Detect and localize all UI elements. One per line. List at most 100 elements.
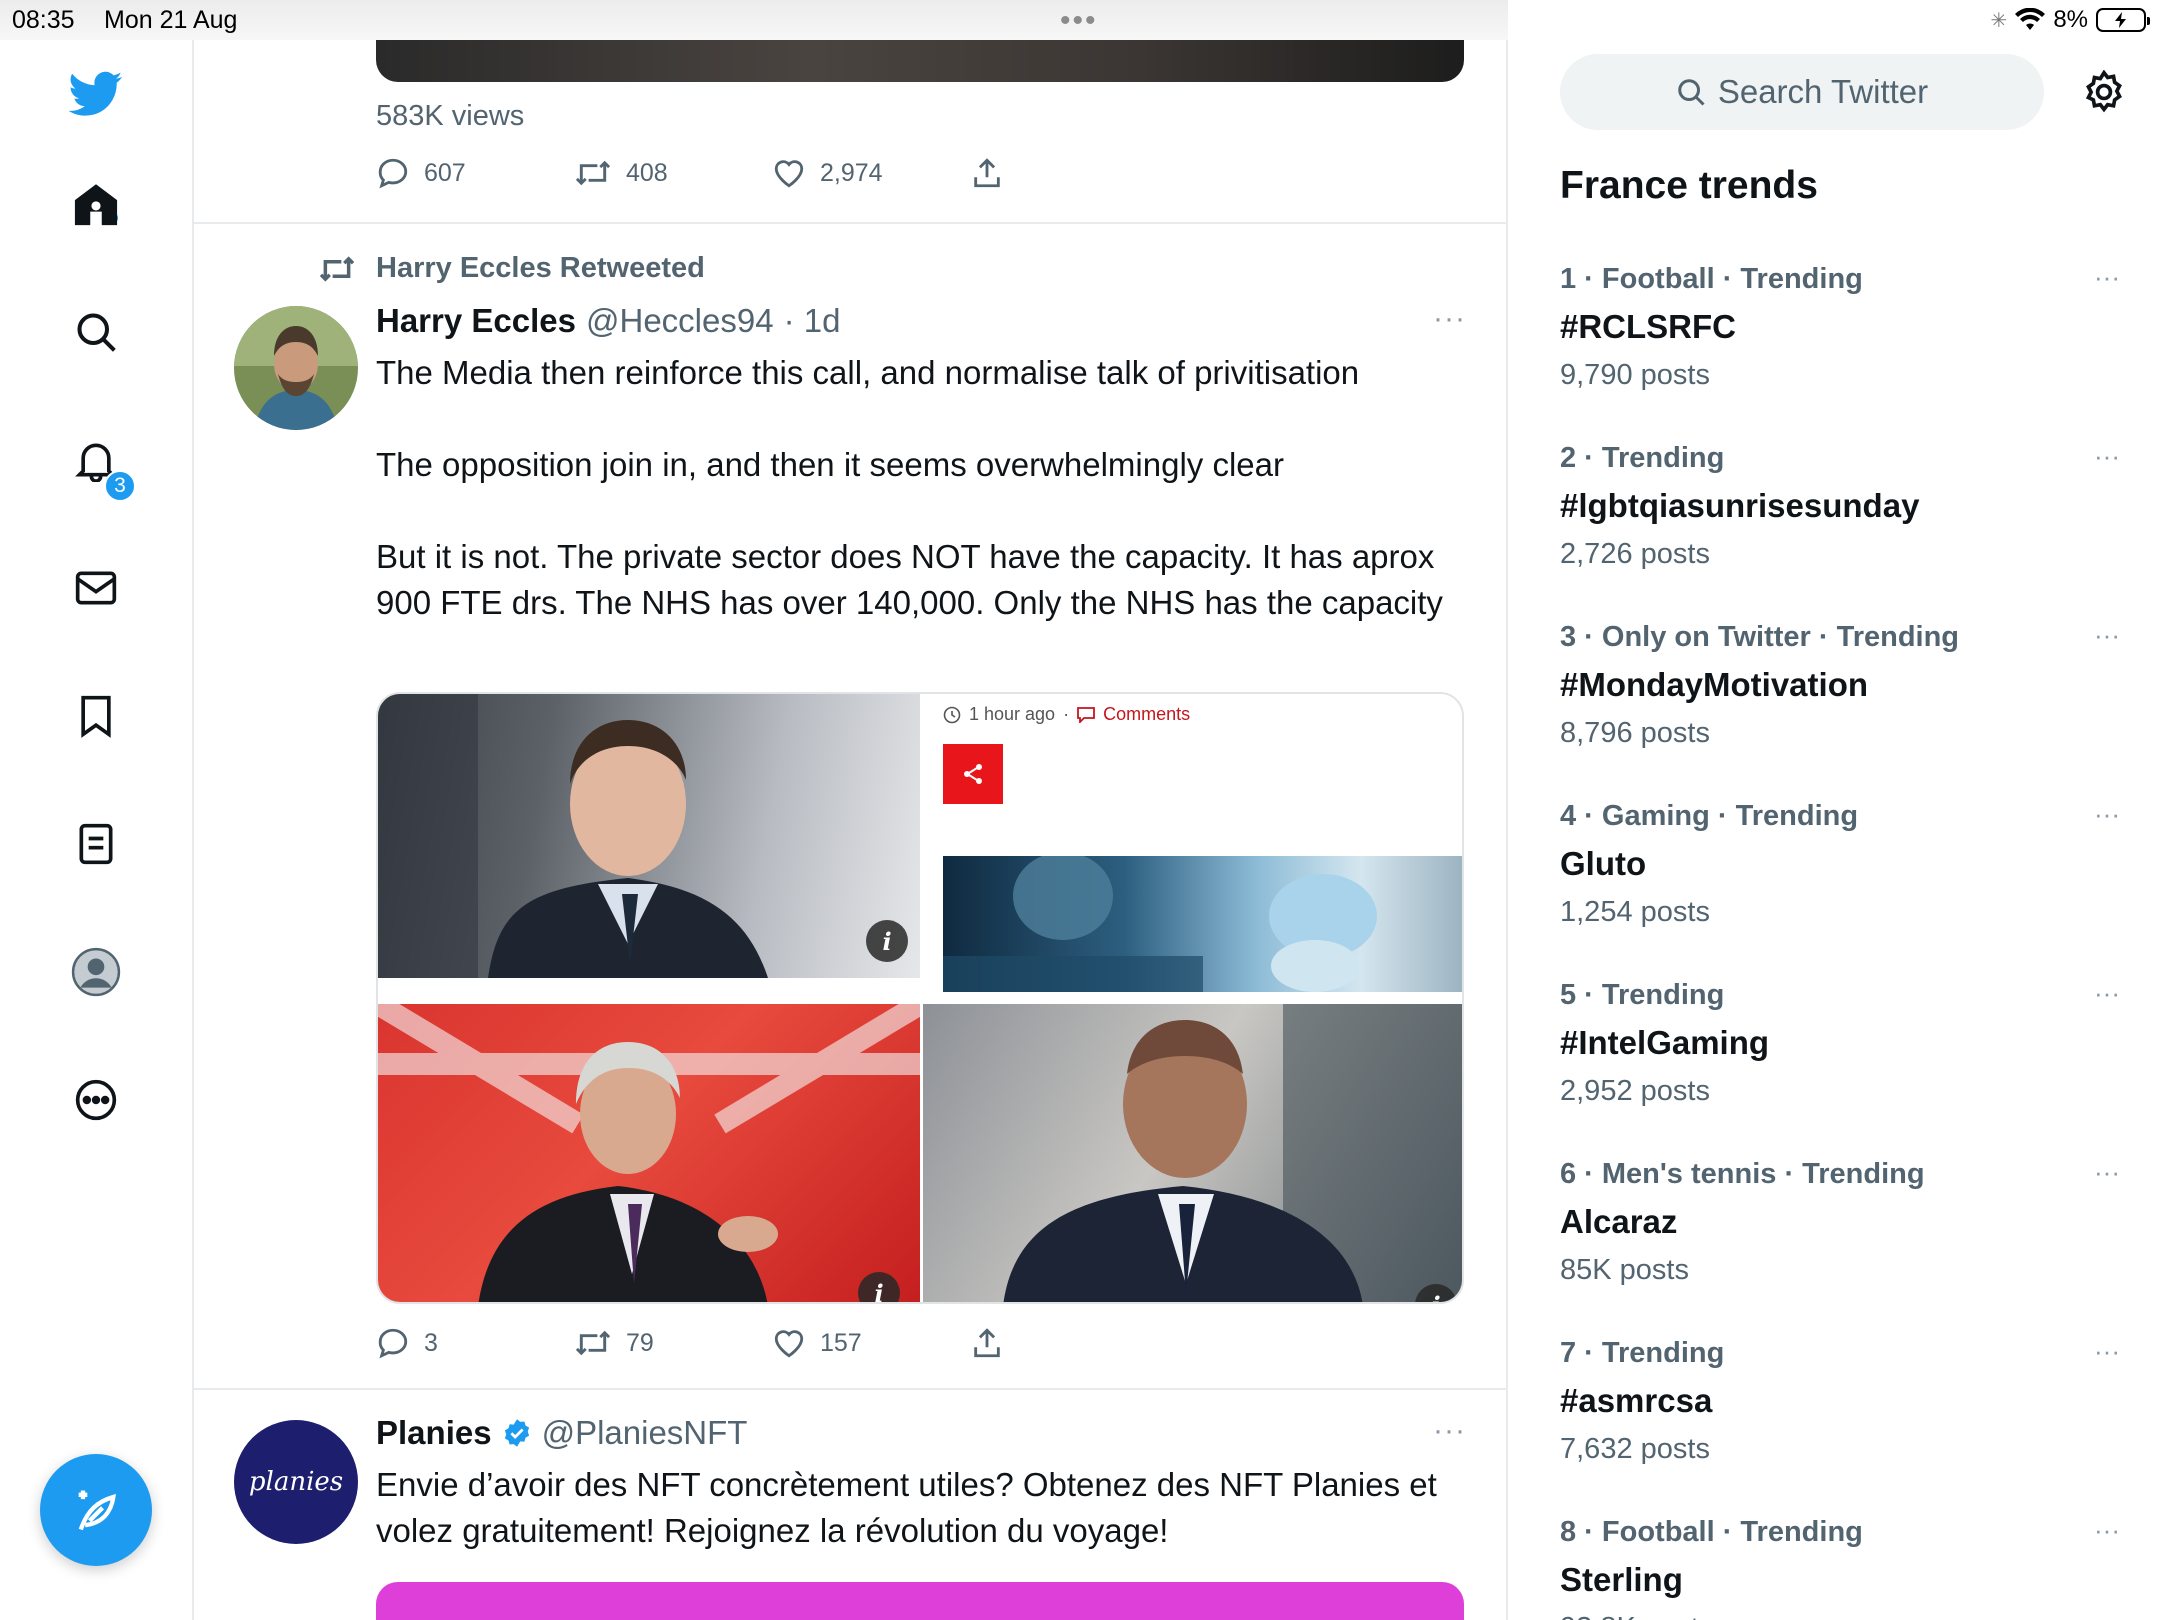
article-time: 1 hour ago [969,704,1056,724]
share-button[interactable] [970,1326,1004,1360]
reply-icon [378,158,408,189]
trend-more-button[interactable]: ··· [2094,978,2120,1009]
search-icon[interactable] [62,298,130,366]
home-icon[interactable] [62,170,130,238]
author-handle[interactable]: @Heccles94 [586,302,774,340]
trend-more-button[interactable]: ··· [2094,799,2120,830]
tweet-header: Planies @PlaniesNFT [376,1414,747,1452]
tweet-time[interactable]: · 1d [784,302,841,340]
article-meta: 1 hour ago · Comments [943,704,1190,725]
trend-item[interactable]: 5 · Trending #IntelGaming 2,952 posts ··… [1560,978,2130,1148]
bookmark-icon[interactable] [62,682,130,750]
retweet-icon [575,1330,611,1356]
share-icon [964,764,982,784]
article-photo-surgeons [943,852,1462,992]
media-photo-3[interactable]: i [378,994,926,1302]
retweet-count: 408 [626,158,668,187]
article-share-button[interactable] [943,744,1003,804]
reply-button[interactable]: 607 [376,156,466,190]
author-handle[interactable]: @PlaniesNFT [542,1414,748,1452]
trend-meta: 6 · Men's tennis · Trending [1560,1158,1925,1190]
status-indicators: ✳ 8% [1990,4,2150,36]
previous-tweet-video[interactable] [376,40,1464,82]
tweet-media-grid[interactable]: i 1 hour ago · Comments i [376,692,1464,1304]
share-upload-icon [974,1328,1000,1358]
profile-avatar-icon[interactable] [62,938,130,1006]
trend-posts: 85K posts [1560,1254,1689,1286]
retweet-icon [575,160,611,186]
trend-more-button[interactable]: ··· [2094,620,2120,651]
timeline: 583K views 607 408 2,974 Harry Eccles Re… [194,40,1508,1620]
trend-item[interactable]: 1 · Football · Trending #RCLSRFC 9,790 p… [1560,262,2130,432]
search-input[interactable]: Search Twitter [1560,54,2044,130]
tweet-more-button[interactable]: ··· [1433,1414,1466,1448]
trend-item[interactable]: 4 · Gaming · Trending Gluto 1,254 posts … [1560,799,2130,969]
heart-icon [774,1330,804,1358]
tweet-more-button[interactable]: ··· [1433,302,1466,336]
reply-button[interactable]: 3 [376,1326,438,1360]
verified-badge-icon [502,1418,532,1448]
multitasking-dots-icon[interactable]: ••• [1060,4,1098,38]
mail-icon[interactable] [62,554,130,622]
search-placeholder: Search Twitter [1717,73,1929,110]
media-photo-4[interactable]: i [923,1004,1462,1302]
search-icon [1678,79,1705,106]
twitter-logo-icon[interactable] [62,60,130,128]
trend-more-button[interactable]: ··· [2094,441,2120,472]
author-name[interactable]: Planies [376,1414,492,1452]
share-button[interactable] [970,156,1004,190]
more-circle-icon[interactable] [62,1066,130,1134]
article-comments-link[interactable]: Comments [1103,704,1190,725]
promo-card[interactable] [376,1582,1464,1620]
avatar[interactable]: planies [234,1420,358,1544]
previous-tweet-actions: 607 408 2,974 [376,156,1076,196]
trend-posts: 8,796 posts [1560,717,1710,749]
trend-more-button[interactable]: ··· [2094,1157,2120,1188]
like-button[interactable]: 2,974 [772,156,883,190]
trend-name: Gluto [1560,845,1647,882]
retweet-count: 79 [626,1328,654,1357]
trend-more-button[interactable]: ··· [2094,1515,2120,1546]
retweeted-by-label: Harry Eccles Retweeted [376,252,705,284]
heart-icon [774,160,804,188]
trend-item[interactable]: 2 · Trending #lgbtqiasunrisesunday 2,726… [1560,441,2130,611]
trend-posts: 2,726 posts [1560,538,1710,570]
trend-meta: 8 · Football · Trending [1560,1516,1863,1548]
status-bar: 08:35 Mon 21 Aug ••• ✳ 8% [0,0,2160,40]
like-count: 157 [820,1328,862,1357]
trend-posts: 93.8K posts [1560,1611,2130,1620]
wifi-icon [2015,8,2046,30]
compose-tweet-button[interactable] [40,1454,152,1566]
status-time: 08:35 [12,6,75,34]
meta-separator: · [1063,704,1070,724]
status-date: Mon 21 Aug [104,6,238,34]
lists-icon[interactable] [62,810,130,878]
media-article-card[interactable]: 1 hour ago · Comments [923,694,1462,994]
trend-meta: 5 · Trending [1560,979,1725,1011]
media-photo-1[interactable]: i [378,694,920,978]
tweet-header: Harry Eccles @Heccles94 · 1d [376,302,840,340]
activity-spinner-icon: ✳ [1990,9,2008,32]
share-upload-icon [974,158,1000,188]
battery-percent: 8% [2053,6,2088,33]
avatar[interactable] [234,306,358,430]
trend-more-button[interactable]: ··· [2094,262,2120,293]
trend-item[interactable]: 8 · Football · Trending Sterling 93.8K p… [1560,1515,2130,1620]
trend-item[interactable]: 6 · Men's tennis · Trending Alcaraz 85K … [1560,1157,2130,1327]
trend-name: #lgbtqiasunrisesunday [1560,487,1920,524]
settings-gear-icon[interactable] [2078,66,2130,118]
trend-posts: 2,952 posts [1560,1075,1710,1107]
info-icon[interactable]: i [866,920,908,962]
reply-count: 607 [424,158,466,187]
notifications-badge: 3 [104,470,136,502]
trend-posts: 9,790 posts [1560,359,1710,391]
trend-item[interactable]: 3 · Only on Twitter · Trending #MondayMo… [1560,620,2130,790]
trend-more-button[interactable]: ··· [2094,1336,2120,1367]
like-count: 2,974 [820,158,883,187]
like-button[interactable]: 157 [772,1326,862,1360]
author-name[interactable]: Harry Eccles [376,302,576,340]
trend-item[interactable]: 7 · Trending #asmrcsa 7,632 posts ··· [1560,1336,2130,1506]
retweet-button[interactable]: 408 [574,156,668,190]
comments-icon [1077,706,1095,723]
retweet-button[interactable]: 79 [574,1326,654,1360]
